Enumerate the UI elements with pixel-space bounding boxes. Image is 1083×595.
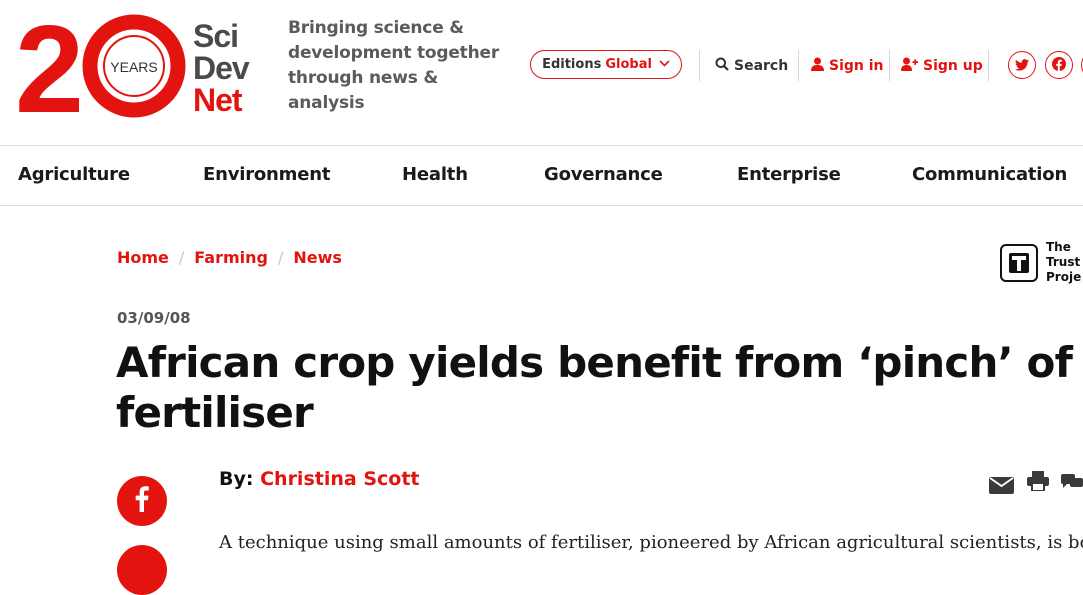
user-icon bbox=[811, 57, 824, 75]
nav-item-enterprise[interactable]: Enterprise bbox=[737, 164, 841, 185]
header-divider bbox=[798, 50, 799, 81]
svg-text:Net: Net bbox=[193, 82, 243, 118]
twitter-link[interactable] bbox=[1008, 51, 1036, 79]
svg-text:2: 2 bbox=[17, 14, 80, 118]
facebook-link[interactable] bbox=[1045, 51, 1073, 79]
search-icon bbox=[715, 57, 729, 75]
email-share-button[interactable] bbox=[989, 474, 1014, 498]
sign-in-label: Sign in bbox=[829, 58, 884, 74]
article-lead-paragraph: A technique using small amounts of ferti… bbox=[219, 532, 1083, 553]
svg-text:Sci: Sci bbox=[193, 18, 238, 54]
user-plus-icon bbox=[901, 57, 918, 75]
facebook-icon bbox=[1052, 56, 1066, 75]
chevron-down-icon bbox=[659, 59, 670, 70]
main-navigation: Agriculture Environment Health Governanc… bbox=[0, 145, 1083, 206]
article-byline: By: Christina Scott bbox=[219, 468, 419, 490]
envelope-icon bbox=[989, 477, 1014, 498]
search-label: Search bbox=[734, 58, 789, 74]
breadcrumb-home[interactable]: Home bbox=[117, 248, 169, 267]
comments-button[interactable] bbox=[1061, 472, 1083, 496]
nav-item-agriculture[interactable]: Agriculture bbox=[18, 164, 130, 185]
breadcrumb-farming[interactable]: Farming bbox=[194, 248, 268, 267]
trust-project-label: The Trust Proje bbox=[1046, 240, 1082, 284]
nav-item-communication[interactable]: Communication bbox=[912, 164, 1067, 185]
breadcrumb-separator: / bbox=[277, 248, 284, 267]
breadcrumb: Home / Farming / News bbox=[117, 248, 342, 267]
svg-text:Dev: Dev bbox=[193, 50, 250, 86]
nav-item-environment[interactable]: Environment bbox=[203, 164, 330, 185]
sign-in-link[interactable]: Sign in bbox=[811, 56, 884, 76]
share-twitter-button[interactable] bbox=[117, 545, 167, 595]
share-facebook-button[interactable] bbox=[117, 476, 167, 526]
article-title: African crop yields benefit from ‘pinch’… bbox=[116, 338, 1073, 437]
trust-project-badge[interactable]: The Trust Proje bbox=[1000, 240, 1081, 285]
print-button[interactable] bbox=[1027, 471, 1049, 495]
editions-value: Global bbox=[605, 57, 652, 72]
breadcrumb-news[interactable]: News bbox=[293, 248, 342, 267]
search-button[interactable]: Search bbox=[715, 56, 788, 76]
site-header: 2 YEARS Sci Dev Net Bringing science & d… bbox=[0, 0, 1083, 145]
trust-project-icon bbox=[1000, 243, 1038, 282]
facebook-icon bbox=[135, 486, 149, 516]
header-divider bbox=[988, 50, 989, 81]
editions-dropdown[interactable]: Editions Global bbox=[530, 50, 682, 79]
nav-item-health[interactable]: Health bbox=[402, 164, 468, 185]
sign-up-label: Sign up bbox=[923, 58, 983, 74]
printer-icon bbox=[1027, 471, 1049, 495]
header-divider bbox=[889, 50, 890, 81]
byline-prefix: By: bbox=[219, 468, 254, 490]
editions-label: Editions bbox=[542, 57, 602, 72]
site-tagline: Bringing science & development together … bbox=[288, 18, 500, 113]
scidevnet-logo[interactable]: 2 YEARS Sci Dev Net bbox=[15, 1, 262, 139]
logo-graphic: 2 YEARS Sci Dev Net bbox=[15, 1, 251, 139]
header-divider bbox=[699, 50, 700, 81]
svg-text:YEARS: YEARS bbox=[110, 59, 157, 75]
sign-up-link[interactable]: Sign up bbox=[901, 56, 983, 76]
article-date: 03/09/08 bbox=[117, 309, 191, 327]
comments-icon bbox=[1061, 474, 1083, 496]
author-link[interactable]: Christina Scott bbox=[260, 468, 419, 490]
breadcrumb-separator: / bbox=[178, 248, 185, 267]
twitter-icon bbox=[1015, 56, 1029, 75]
nav-item-governance[interactable]: Governance bbox=[544, 164, 663, 185]
